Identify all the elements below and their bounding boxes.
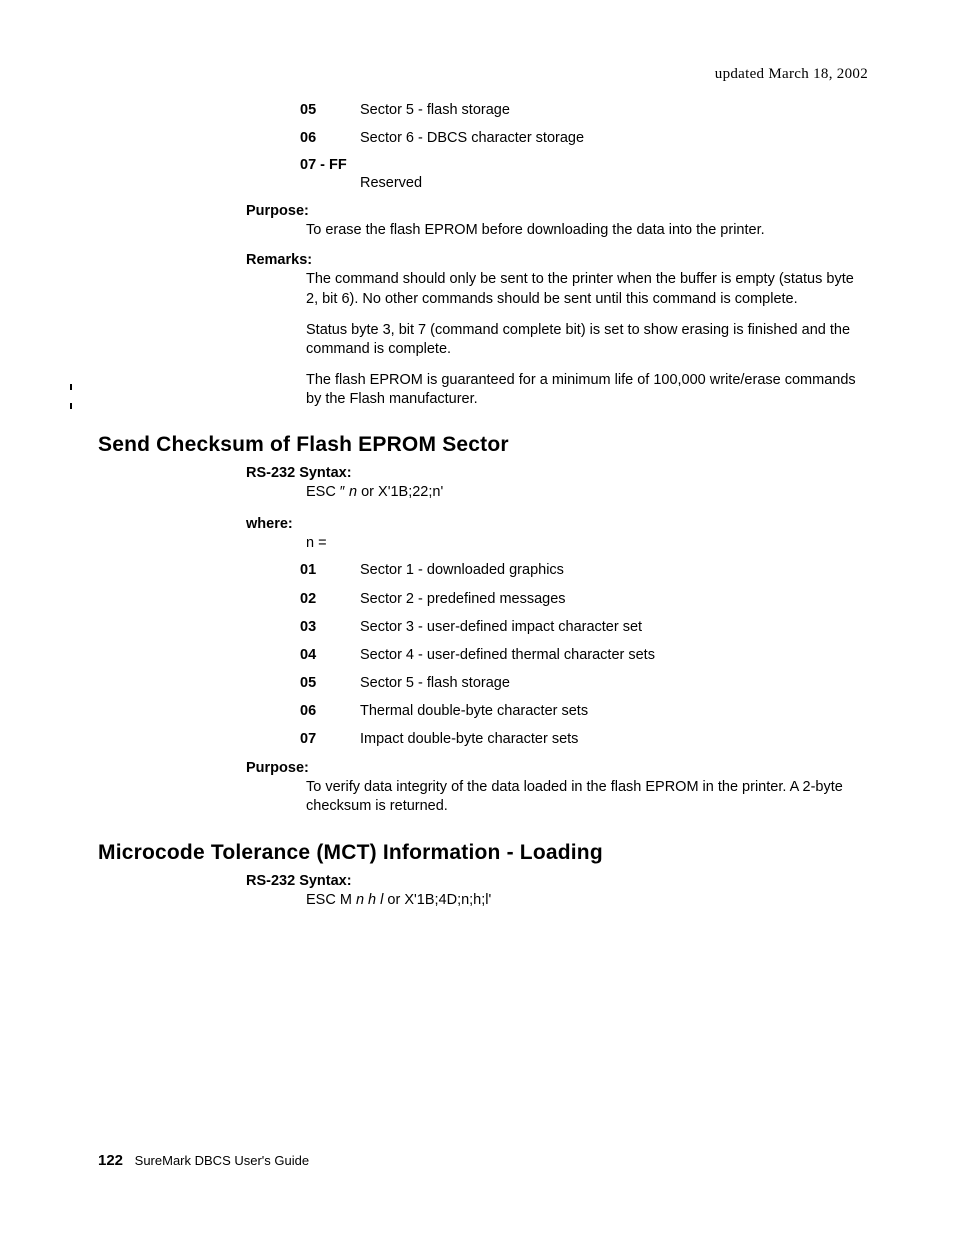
purpose-label: Purpose: bbox=[246, 203, 866, 219]
purpose-body: To verify data integrity of the data loa… bbox=[306, 778, 866, 816]
section-heading-checksum: Send Checksum of Flash EPROM Sector bbox=[98, 433, 866, 457]
list-item: 05 Sector 5 - flash storage bbox=[300, 674, 866, 692]
list-key: 02 bbox=[300, 590, 360, 608]
syntax-var: n bbox=[349, 484, 357, 500]
list-value: Sector 2 - predefined messages bbox=[360, 590, 866, 608]
list-key: 07 - FF bbox=[300, 157, 866, 173]
list-item: 07 - FF Reserved bbox=[300, 157, 866, 191]
page-container: { "header": { "updated": "updated March … bbox=[0, 0, 954, 1235]
n-equals: n = bbox=[306, 534, 866, 553]
list-value: Sector 3 - user-defined impact character… bbox=[360, 618, 866, 636]
list-item: 03 Sector 3 - user-defined impact charac… bbox=[300, 618, 866, 636]
list-item: 02 Sector 2 - predefined messages bbox=[300, 590, 866, 608]
syntax-pre: ESC M bbox=[306, 892, 356, 908]
list-value: Reserved bbox=[360, 175, 866, 191]
remarks-label: Remarks: bbox=[246, 252, 866, 268]
list-item: 06 Sector 6 - DBCS character storage bbox=[300, 129, 866, 147]
updated-date: updated March 18, 2002 bbox=[98, 66, 868, 83]
syntax-body: ESC M n h l or X'1B;4D;n;h;l' bbox=[306, 891, 866, 910]
list-value: Sector 5 - flash storage bbox=[360, 674, 866, 692]
list-key: 01 bbox=[300, 561, 360, 579]
list-key: 06 bbox=[300, 702, 360, 720]
list-value: Sector 5 - flash storage bbox=[360, 101, 866, 119]
list-key: 04 bbox=[300, 646, 360, 664]
list-value: Sector 1 - downloaded graphics bbox=[360, 561, 866, 579]
list-key: 06 bbox=[300, 129, 360, 147]
syntax-var: n h l bbox=[356, 892, 383, 908]
remarks-p2: Status byte 3, bit 7 (command complete b… bbox=[306, 321, 866, 359]
purpose-label: Purpose: bbox=[246, 760, 866, 776]
where-label: where: bbox=[246, 516, 866, 532]
change-bar-icon bbox=[70, 403, 72, 409]
change-bar-icon bbox=[70, 384, 72, 390]
list-key: 03 bbox=[300, 618, 360, 636]
remarks-p1: The command should only be sent to the p… bbox=[306, 270, 866, 308]
list-value: Impact double-byte character sets bbox=[360, 730, 866, 748]
list-item: 06 Thermal double-byte character sets bbox=[300, 702, 866, 720]
syntax-post: or X'1B;4D;n;h;l' bbox=[383, 892, 491, 908]
list-item: 07 Impact double-byte character sets bbox=[300, 730, 866, 748]
list-value: Sector 6 - DBCS character storage bbox=[360, 129, 866, 147]
page-footer: 122 SureMark DBCS User's Guide bbox=[98, 1152, 309, 1169]
list-key: 05 bbox=[300, 101, 360, 119]
remarks-p3: The flash EPROM is guaranteed for a mini… bbox=[306, 371, 866, 409]
list-key: 07 bbox=[300, 730, 360, 748]
section-heading-mct: Microcode Tolerance (MCT) Information - … bbox=[98, 841, 866, 865]
list-item: 05 Sector 5 - flash storage bbox=[300, 101, 866, 119]
syntax-label: RS-232 Syntax: bbox=[246, 873, 866, 889]
doc-title: SureMark DBCS User's Guide bbox=[135, 1153, 309, 1168]
list-item: 04 Sector 4 - user-defined thermal chara… bbox=[300, 646, 866, 664]
syntax-pre: ESC ″ bbox=[306, 484, 349, 500]
list-value: Sector 4 - user-defined thermal characte… bbox=[360, 646, 866, 664]
syntax-body: ESC ″ n or X'1B;22;n' bbox=[306, 483, 866, 502]
syntax-label: RS-232 Syntax: bbox=[246, 465, 866, 481]
page-number: 122 bbox=[98, 1152, 123, 1169]
list-value: Thermal double-byte character sets bbox=[360, 702, 866, 720]
list-key: 05 bbox=[300, 674, 360, 692]
list-item: 01 Sector 1 - downloaded graphics bbox=[300, 561, 866, 579]
purpose-body: To erase the flash EPROM before download… bbox=[306, 221, 866, 240]
syntax-post: or X'1B;22;n' bbox=[357, 484, 443, 500]
